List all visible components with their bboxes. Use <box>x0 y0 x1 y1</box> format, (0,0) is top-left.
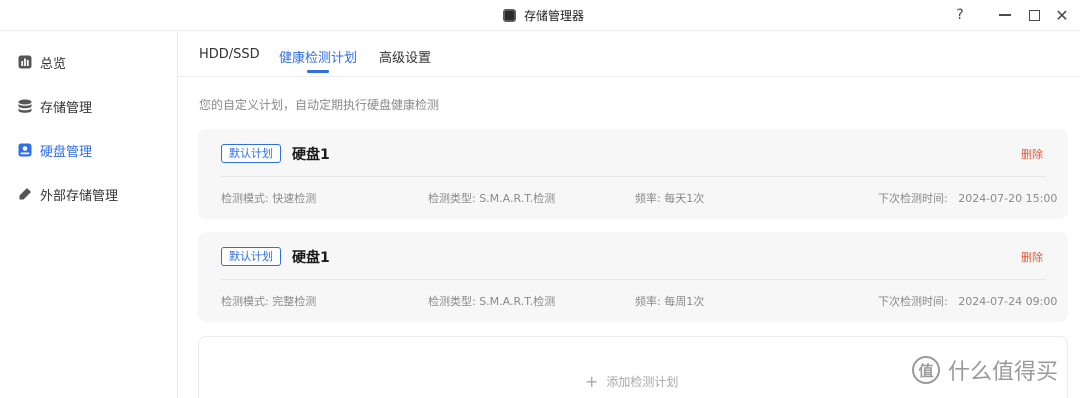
default-plan-badge: 默认计划 <box>221 247 281 266</box>
app-icon <box>503 9 516 22</box>
maximize-icon <box>1028 9 1040 21</box>
title-bar: 存储管理器 ? ✕ <box>0 0 1080 31</box>
default-plan-badge: 默认计划 <box>221 144 281 163</box>
help-button[interactable]: ? <box>948 4 972 26</box>
active-tab-indicator <box>307 70 329 73</box>
plan-mode: 检测模式: 快速检测 <box>221 192 317 205</box>
plan-type: 检测类型: S.M.A.R.T.检测 <box>428 295 556 308</box>
maximize-button[interactable] <box>1022 4 1046 26</box>
help-icon: ? <box>956 7 964 23</box>
window-title: 存储管理器 <box>524 9 585 23</box>
plan-card: 默认计划 硬盘1 删除 检测模式: 快速检测 检测类型: S.M.A.R.T.检… <box>198 129 1068 219</box>
card-divider <box>220 176 1046 177</box>
plan-frequency: 频率: 每周1次 <box>635 295 705 308</box>
minimize-icon <box>999 14 1011 16</box>
add-plan-label: 添加检测计划 <box>606 375 679 389</box>
plan-type: 检测类型: S.M.A.R.T.检测 <box>428 192 556 205</box>
window-title-group: 存储管理器 <box>503 7 584 24</box>
delete-button[interactable]: 删除 <box>1021 146 1043 162</box>
tab-advanced-settings[interactable]: 高级设置 <box>379 47 431 66</box>
overview-icon <box>17 55 32 70</box>
sidebar-item-label: 外部存储管理 <box>40 188 119 204</box>
sidebar-item-overview[interactable]: 总览 <box>17 52 66 72</box>
external-storage-icon <box>17 187 32 202</box>
minimize-button[interactable] <box>993 4 1017 26</box>
sidebar-item-external-storage[interactable]: 外部存储管理 <box>17 184 118 204</box>
plus-icon: + <box>585 372 599 391</box>
add-plan-button[interactable]: + 添加检测计划 <box>585 372 678 391</box>
plan-card: 默认计划 硬盘1 删除 检测模式: 完整检测 检测类型: S.M.A.R.T.检… <box>198 232 1068 322</box>
database-icon <box>17 99 32 114</box>
tab-hdd-ssd[interactable]: HDD/SSD <box>199 47 260 62</box>
sidebar-item-label: 总览 <box>40 56 67 72</box>
card-divider <box>220 279 1046 280</box>
plan-next-run: 下次检测时间: 2024-07-20 15:00 <box>878 192 1058 205</box>
sidebar-item-storage[interactable]: 存储管理 <box>17 96 92 116</box>
sidebar-item-label: 存储管理 <box>40 100 93 116</box>
sidebar: 总览 存储管理 硬盘管理 外部存储管理 <box>0 32 178 398</box>
delete-button[interactable]: 删除 <box>1021 249 1043 265</box>
plan-next-run: 下次检测时间: 2024-07-24 09:00 <box>878 295 1058 308</box>
close-icon: ✕ <box>1055 5 1069 25</box>
close-button[interactable]: ✕ <box>1050 4 1074 26</box>
watermark: 值 什么值得买 <box>912 354 1058 386</box>
plan-mode: 检测模式: 完整检测 <box>221 295 317 308</box>
plan-frequency: 频率: 每天1次 <box>635 192 705 205</box>
watermark-text: 什么值得买 <box>948 360 1059 385</box>
page-description: 您的自定义计划，自动定期执行硬盘健康检测 <box>199 98 440 112</box>
sidebar-item-label: 硬盘管理 <box>40 144 93 160</box>
plan-disk-name: 硬盘1 <box>292 147 330 163</box>
sidebar-item-disk[interactable]: 硬盘管理 <box>17 140 92 160</box>
tab-health-check-plan[interactable]: 健康检测计划 <box>279 47 357 66</box>
disk-icon <box>17 143 32 158</box>
plan-disk-name: 硬盘1 <box>292 250 330 266</box>
watermark-logo-icon: 值 <box>912 356 940 384</box>
